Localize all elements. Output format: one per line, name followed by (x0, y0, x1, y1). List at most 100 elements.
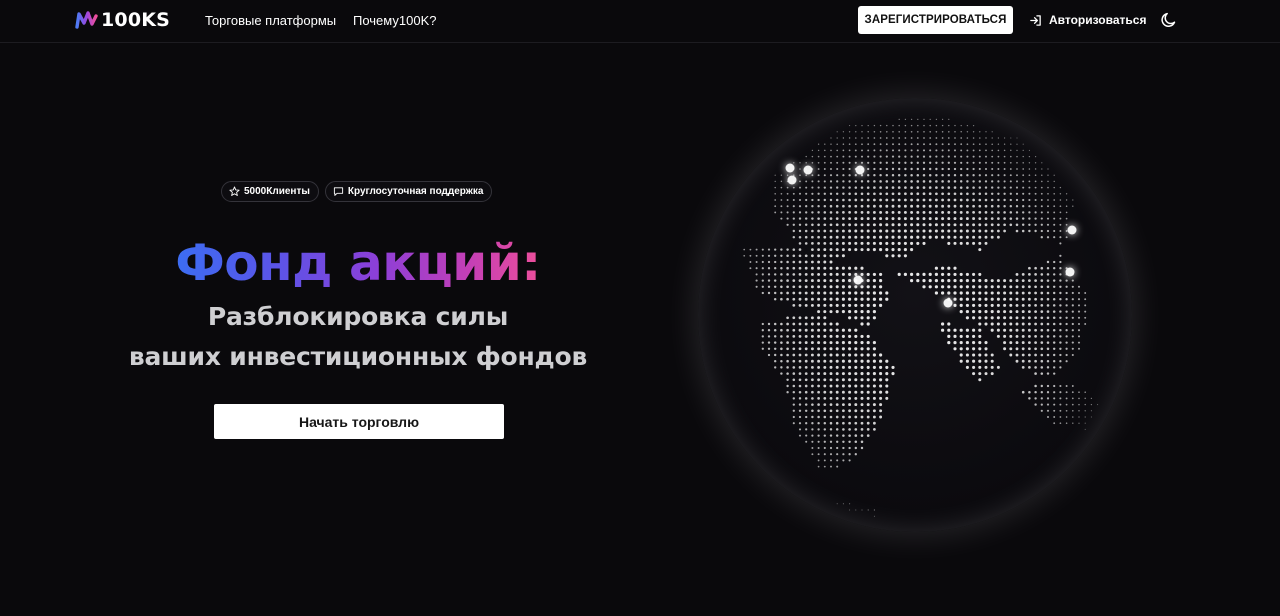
globe-dot (1040, 291, 1044, 295)
globe-dot (1090, 416, 1092, 418)
globe-dot (1027, 316, 1031, 320)
globe-dot (811, 217, 814, 220)
globe-dot (835, 403, 839, 406)
globe-dot (972, 204, 975, 208)
globe-dot (1040, 273, 1044, 276)
globe-dot (1040, 328, 1044, 332)
globe-dot (941, 186, 944, 189)
globe-dot (1065, 211, 1068, 214)
globe-dot (1034, 304, 1037, 307)
globe-dot (854, 310, 858, 314)
globe-dot (965, 229, 969, 233)
globe-dot (866, 378, 870, 382)
globe-dot (1059, 360, 1062, 363)
globe-dot (842, 428, 845, 431)
globe-dot (854, 143, 857, 146)
globe-dot (842, 440, 845, 444)
globe-dot (872, 384, 876, 388)
globe-dot (842, 131, 845, 133)
globe-dot (879, 272, 883, 276)
globe-dot (978, 229, 982, 233)
globe-dot (823, 174, 826, 177)
globe-dot (891, 161, 895, 164)
globe-dot (823, 279, 827, 283)
globe-dot (854, 192, 858, 196)
globe-dot (866, 241, 870, 245)
globe-dot (990, 322, 994, 326)
theme-toggle-button[interactable] (1160, 11, 1178, 29)
globe-dot (1009, 310, 1013, 314)
globe-dot (810, 285, 814, 289)
globe-dot (1084, 391, 1086, 393)
globe-dot (959, 341, 963, 345)
globe-dot (965, 297, 969, 301)
register-button[interactable]: ЗАРЕГИСТРИРОВАТЬСЯ (858, 6, 1013, 34)
globe-dot (990, 223, 994, 227)
globe-dot (841, 310, 845, 314)
globe-dot (965, 310, 969, 314)
globe-dot (780, 248, 783, 251)
globe-dot (879, 217, 883, 221)
globe-dot (811, 248, 814, 251)
globe-dot (910, 248, 914, 252)
globe-dot (991, 143, 993, 145)
globe-dot (1052, 335, 1056, 338)
globe-dot (947, 322, 951, 326)
globe-dot (1053, 416, 1056, 418)
globe-dot (848, 328, 852, 332)
globe-dot (910, 143, 913, 146)
globe-dot (960, 161, 963, 164)
globe-dot (1034, 397, 1037, 400)
globe-dot (929, 130, 932, 133)
globe-dot (811, 453, 814, 456)
globe-dot (965, 316, 969, 320)
globe-dot (1072, 205, 1074, 207)
globe-dot (829, 303, 833, 307)
globe-dot (1003, 149, 1006, 152)
globe-dot (916, 149, 919, 152)
globe-dot (1009, 180, 1012, 183)
globe-dot (954, 143, 956, 146)
globe-dot (997, 149, 1000, 152)
globe-dot (1065, 298, 1068, 301)
globe-dot (848, 297, 852, 301)
globe-dot (879, 198, 882, 202)
start-trading-button[interactable]: Начать торговлю (214, 404, 504, 439)
globe-dot (1003, 341, 1007, 345)
globe-dot (755, 248, 758, 251)
globe-dot (922, 217, 926, 221)
globe-dot (774, 199, 777, 201)
globe-dot (836, 161, 839, 164)
globe-dot (786, 359, 789, 363)
login-link[interactable]: Авторизоваться (1029, 11, 1146, 29)
globe-dot (854, 241, 858, 245)
nav-trading-platforms[interactable]: Торговые платформы (205, 13, 336, 29)
globe-dot (792, 378, 796, 382)
globe-dot (811, 155, 814, 158)
nav-why-100k[interactable]: Почему100K? (353, 13, 436, 29)
globe-dot (1065, 279, 1068, 282)
globe-dot (872, 372, 876, 376)
globe-dot (860, 396, 864, 400)
globe-dot (798, 366, 802, 369)
globe-dot (923, 130, 925, 133)
globe-dot (823, 347, 827, 351)
globe-dot (978, 365, 982, 369)
globe-dot (1059, 384, 1062, 388)
globe-dot (1028, 198, 1031, 202)
globe-dot (948, 131, 950, 133)
globe-dot (841, 396, 845, 400)
globe-dot (1059, 254, 1062, 257)
globe-dot (1028, 291, 1031, 295)
globe-dot (941, 322, 945, 326)
globe-dot (1071, 397, 1074, 400)
globe-dot (792, 390, 796, 394)
globe-dot (804, 328, 808, 332)
globe-dot (948, 124, 950, 127)
globe-dot (804, 316, 808, 320)
globe-dot (935, 143, 938, 146)
brand-logo[interactable]: 100KS (75, 9, 170, 31)
globe-dot (990, 316, 994, 320)
globe-dot (1065, 310, 1068, 313)
globe-dot (922, 149, 926, 152)
